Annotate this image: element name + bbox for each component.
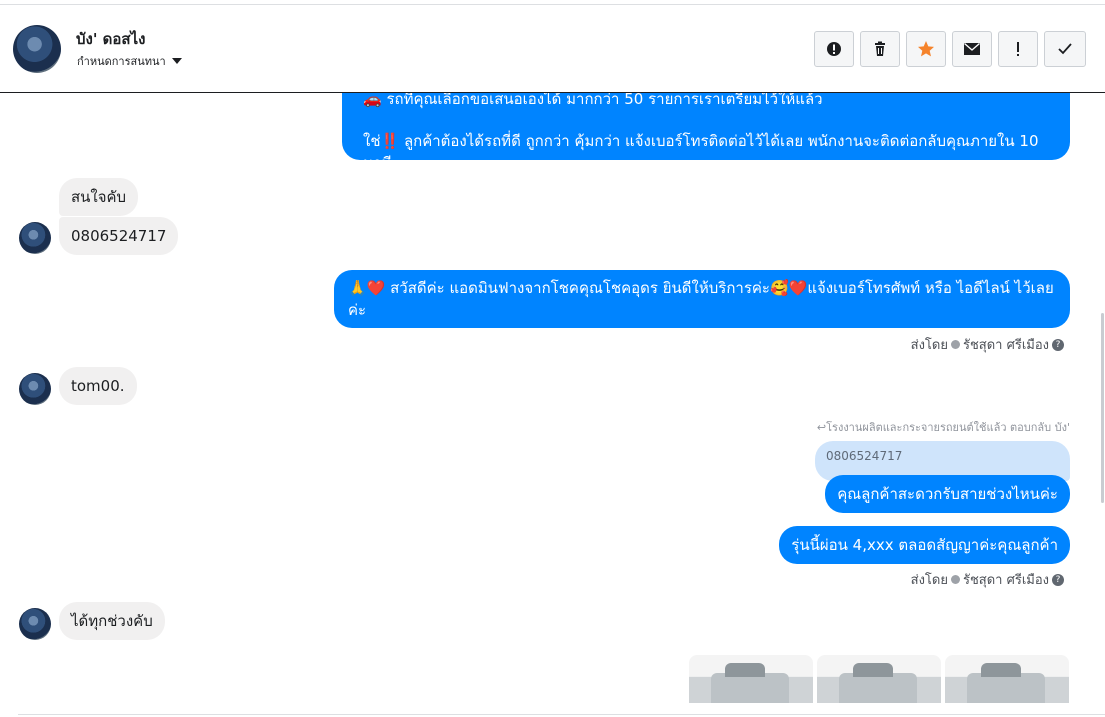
trash-icon (875, 41, 885, 56)
truck-image (839, 663, 917, 703)
conversation-settings-dropdown[interactable]: กำหนดการสนทนา (77, 52, 182, 70)
conversation-header: บัง' ดอสไง กำหนดการสนทนา (0, 4, 1105, 93)
agent-icon (950, 340, 960, 349)
agent-name[interactable]: รัชสุดา ศรีเมือง (963, 569, 1049, 590)
attachment-image[interactable] (945, 655, 1069, 703)
message-text: 0806524717 (71, 227, 167, 245)
message-text: คุณลูกค้าสะดวกรับสายช่วงไหนค่ะ (837, 485, 1058, 503)
sent-by-info: ส่งโดย รัชสุดา ศรีเมือง ? (911, 334, 1064, 355)
message-text: ได้ทุกช่วงคับ (71, 612, 153, 630)
contact-name[interactable]: บัง' ดอสไง (76, 27, 145, 51)
contact-avatar[interactable] (13, 25, 61, 73)
truck-image (967, 663, 1045, 703)
message-text: tom00. (71, 377, 125, 395)
sender-avatar[interactable] (19, 608, 51, 640)
sender-avatar[interactable] (19, 373, 51, 405)
agent-icon (950, 575, 960, 584)
scrollbar-thumb[interactable] (1101, 313, 1104, 503)
scrollbar[interactable] (1099, 93, 1105, 703)
attachment-image[interactable] (689, 655, 813, 703)
message-thread[interactable]: 🚗 รถที่คุณเลือกขอเสนอเองได้ มากกว่า 50 ร… (0, 93, 1099, 703)
incoming-message[interactable]: สนใจคับ (59, 178, 139, 216)
incoming-message[interactable]: tom00. (59, 367, 137, 405)
mark-done-button[interactable] (1044, 31, 1086, 67)
mark-spam-button[interactable] (814, 31, 854, 67)
sent-by-label: ส่งโดย (910, 338, 948, 353)
incoming-message[interactable]: ได้ทุกช่วงคับ (59, 602, 165, 640)
incoming-message[interactable]: 0806524717 (59, 217, 179, 255)
outgoing-message[interactable]: 🚗 รถที่คุณเลือกขอเสนอเองได้ มากกว่า 50 ร… (342, 93, 1070, 172)
agent-name[interactable]: รัชสุดา ศรีเมือง (963, 334, 1049, 355)
reply-arrow-icon: ↩ (816, 421, 827, 434)
star-button[interactable] (906, 31, 946, 67)
action-toolbar (814, 31, 1086, 67)
outgoing-message[interactable]: คุณลูกค้าสะดวกรับสายช่วงไหนค่ะ (825, 475, 1070, 513)
alert-icon (827, 42, 841, 56)
message-text: ใช่‼️ ลูกค้าต้องได้รถที่ดี ถูกกว่า คุ้มก… (363, 132, 1039, 172)
check-icon (1058, 43, 1072, 55)
sent-by-info: ส่งโดย รัชสุดา ศรีเมือง ? (911, 569, 1064, 590)
truck-image (711, 663, 789, 703)
attachment-image[interactable] (817, 655, 941, 703)
message-text: รุ่นนี้ผ่อน 4,xxx ตลอดสัญญาค่ะคุณลูกค้า (791, 536, 1058, 554)
help-icon[interactable]: ? (1052, 573, 1064, 586)
follow-up-button[interactable] (998, 31, 1038, 67)
reply-note-text: โรงงานผลิตและกระจายรถยนต์ใช้แล้ว ตอบกลับ… (826, 421, 1070, 434)
delete-button[interactable] (860, 31, 900, 67)
reply-context: ↩โรงงานผลิตและกระจายรถยนต์ใช้แล้ว ตอบกลั… (817, 418, 1070, 436)
sender-avatar[interactable] (19, 222, 51, 254)
help-icon[interactable]: ? (1052, 338, 1064, 351)
sent-by-label: ส่งโดย (910, 573, 948, 588)
quoted-text: 0806524717 (826, 449, 903, 463)
message-text: 🙏❤️ สวัสดีค่ะ แอดมินฟางจากโชคคุณโชคอุดร … (348, 279, 1054, 319)
mark-unread-button[interactable] (952, 31, 992, 67)
outgoing-message[interactable]: 🙏❤️ สวัสดีค่ะ แอดมินฟางจากโชคคุณโชคอุดร … (334, 270, 1070, 328)
composer-divider (18, 714, 1105, 715)
star-icon (918, 41, 934, 57)
envelope-icon (964, 42, 980, 55)
message-text: สนใจคับ (71, 188, 127, 206)
outgoing-message[interactable]: รุ่นนี้ผ่อน 4,xxx ตลอดสัญญาค่ะคุณลูกค้า (779, 526, 1070, 564)
caret-down-icon (171, 58, 182, 64)
conversation-settings-label: กำหนดการสนทนา (77, 55, 166, 68)
message-text: 🚗 รถที่คุณเลือกขอเสนอเองได้ มากกว่า 50 ร… (363, 93, 823, 108)
exclamation-icon (1017, 42, 1019, 56)
